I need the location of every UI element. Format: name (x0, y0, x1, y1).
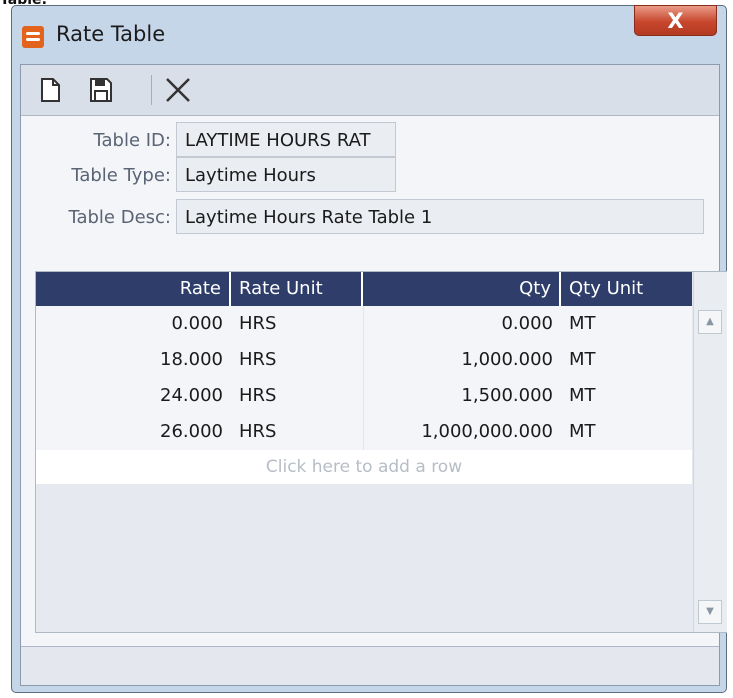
title-bar[interactable]: Rate Table (12, 6, 726, 64)
rate-cell[interactable]: 0.000 (36, 306, 231, 342)
table-row[interactable]: 0.000 HRS 0.000 MT (36, 306, 692, 343)
rate-grid: Rate Rate Unit Qty Qty Unit 0.000 HRS 0.… (35, 271, 727, 633)
rate-unit-cell[interactable]: HRS (231, 342, 363, 378)
rate-unit-cell[interactable]: HRS (231, 306, 363, 342)
rate-unit-cell[interactable]: HRS (231, 414, 363, 450)
rate-table-window: Rate Table X Table ID: LAYTIME HOURS RAT… (11, 5, 727, 693)
toolbar (21, 65, 719, 116)
close-button[interactable]: X (634, 5, 717, 36)
column-header-qty[interactable]: Qty (363, 272, 561, 306)
vertical-scrollbar[interactable]: ▲ ▼ (693, 272, 727, 632)
qty-unit-cell[interactable]: MT (561, 414, 692, 450)
new-button[interactable] (33, 73, 67, 107)
table-row[interactable]: 26.000 HRS 1,000,000.000 MT (36, 414, 692, 451)
rate-unit-cell[interactable]: HRS (231, 378, 363, 414)
app-icon (22, 26, 44, 48)
table-type-field[interactable]: Laytime Hours (176, 157, 396, 192)
qty-cell[interactable]: 1,500.000 (363, 378, 561, 414)
scroll-down-button[interactable]: ▼ (698, 600, 722, 624)
column-header-rate[interactable]: Rate (36, 272, 231, 306)
table-id-field[interactable]: LAYTIME HOURS RAT (176, 122, 396, 157)
table-row[interactable]: 18.000 HRS 1,000.000 MT (36, 342, 692, 379)
table-row[interactable]: 24.000 HRS 1,500.000 MT (36, 378, 692, 415)
delete-x-icon (166, 78, 190, 102)
column-header-qty-unit[interactable]: Qty Unit (561, 272, 692, 306)
new-document-icon (41, 78, 60, 102)
qty-unit-cell[interactable]: MT (561, 306, 692, 342)
table-id-label: Table ID: (93, 130, 171, 151)
rate-cell[interactable]: 24.000 (36, 378, 231, 414)
window-content: Table ID: LAYTIME HOURS RAT Table Type: … (20, 64, 727, 686)
save-icon (90, 78, 112, 102)
table-type-label: Table Type: (71, 165, 171, 186)
save-button[interactable] (83, 73, 117, 107)
qty-cell[interactable]: 1,000.000 (363, 342, 561, 378)
grid-header: Rate Rate Unit Qty Qty Unit (36, 272, 692, 306)
delete-button[interactable] (161, 73, 195, 107)
rate-cell[interactable]: 26.000 (36, 414, 231, 450)
status-bar (21, 646, 719, 685)
qty-unit-cell[interactable]: MT (561, 342, 692, 378)
add-row-button[interactable]: Click here to add a row (36, 450, 692, 484)
toolbar-separator (151, 75, 152, 105)
table-desc-field[interactable]: Laytime Hours Rate Table 1 (176, 199, 704, 234)
qty-cell[interactable]: 0.000 (363, 306, 561, 342)
column-header-rate-unit[interactable]: Rate Unit (231, 272, 363, 306)
rate-cell[interactable]: 18.000 (36, 342, 231, 378)
table-desc-label: Table Desc: (68, 207, 171, 228)
qty-cell[interactable]: 1,000,000.000 (363, 414, 561, 450)
scroll-up-button[interactable]: ▲ (698, 310, 722, 334)
qty-unit-cell[interactable]: MT (561, 378, 692, 414)
window-title: Rate Table (56, 22, 166, 46)
